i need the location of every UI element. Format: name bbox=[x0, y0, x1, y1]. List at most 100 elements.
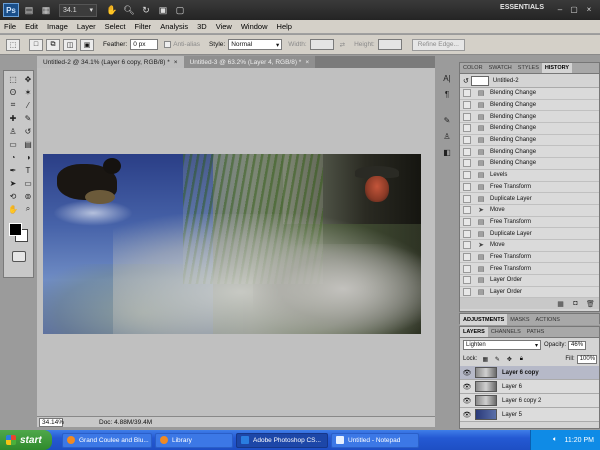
3d-rotate-icon[interactable]: ⟲ bbox=[6, 190, 20, 202]
shape-icon[interactable]: ▭ bbox=[21, 177, 35, 189]
tab-paths[interactable]: PATHS bbox=[524, 327, 548, 337]
history-item[interactable]: ▤ Duplicate Layer bbox=[460, 228, 599, 240]
tab-styles[interactable]: STYLES bbox=[515, 63, 542, 73]
composite-image[interactable] bbox=[43, 154, 421, 334]
volume-icon[interactable]: 🔈︎ bbox=[551, 436, 560, 445]
move-icon[interactable]: ✥ bbox=[21, 73, 35, 85]
history-item[interactable]: ▤ Blending Change bbox=[460, 123, 599, 135]
paragraph-icon[interactable]: ¶ bbox=[440, 88, 454, 100]
subtract-selection-icon[interactable]: ◫ bbox=[63, 38, 77, 51]
hand-tool-icon[interactable]: ✋ bbox=[6, 203, 20, 215]
history-item[interactable]: ▤ Free Transform bbox=[460, 263, 599, 275]
history-source-checkbox[interactable] bbox=[463, 229, 471, 238]
lasso-icon[interactable]: ʘ bbox=[6, 86, 20, 98]
history-source-checkbox[interactable] bbox=[463, 217, 471, 226]
pen-icon[interactable]: ✒ bbox=[6, 164, 20, 176]
visibility-eye-icon[interactable]: 👁︎ bbox=[462, 382, 472, 392]
menu-select[interactable]: Select bbox=[105, 22, 126, 31]
maximize-icon[interactable]: ▢ bbox=[568, 4, 580, 15]
history-source-checkbox[interactable] bbox=[463, 101, 471, 110]
magic-wand-icon[interactable]: ✶ bbox=[21, 86, 35, 98]
menu-help[interactable]: Help bbox=[277, 22, 292, 31]
tab-channels[interactable]: CHANNELS bbox=[488, 327, 524, 337]
layer-row[interactable]: 👁︎ Layer 6 copy 2 bbox=[460, 394, 599, 408]
tab-swatches[interactable]: SWATCH bbox=[486, 63, 515, 73]
history-snapshot[interactable]: ↺ Untitled-2 bbox=[460, 74, 599, 88]
history-item[interactable]: ▤ Layer Order bbox=[460, 275, 599, 287]
style-select[interactable]: Normal ▾ bbox=[228, 39, 283, 50]
path-select-icon[interactable]: ➤ bbox=[6, 177, 20, 189]
history-source-checkbox[interactable] bbox=[463, 159, 471, 168]
history-item[interactable]: ▤ Blending Change bbox=[460, 111, 599, 124]
menu-file[interactable]: File bbox=[4, 22, 16, 31]
screen-mode-icon[interactable]: ▢ bbox=[173, 4, 187, 17]
lock-pixels-icon[interactable]: ✎ bbox=[493, 355, 501, 363]
marquee-preset-icon[interactable]: ⬚ bbox=[6, 38, 20, 51]
close-icon[interactable]: × bbox=[583, 4, 595, 15]
dodge-icon[interactable]: ◑ bbox=[21, 151, 35, 163]
mini-bridge-icon[interactable]: ▦ bbox=[39, 4, 53, 17]
blend-mode-select[interactable]: Lighten ▾ bbox=[463, 340, 541, 350]
layer-row[interactable]: 👁︎ Layer 6 bbox=[460, 380, 599, 394]
zoom-level-dropdown[interactable]: 34.1 ▾ bbox=[59, 3, 97, 17]
tab-masks[interactable]: MASKS bbox=[507, 314, 532, 325]
clone-source-icon[interactable]: ♙ bbox=[440, 130, 454, 142]
history-item[interactable]: ➤ Move bbox=[460, 204, 599, 217]
layer-comps-icon[interactable]: ◧ bbox=[440, 146, 454, 158]
history-brush-source-icon[interactable]: ↺ bbox=[463, 77, 469, 85]
menu-layer[interactable]: Layer bbox=[77, 22, 96, 31]
history-item[interactable]: ▤ Layer Order bbox=[460, 286, 599, 299]
taskbar-item-firefox[interactable]: Grand Coulee and Blu... bbox=[62, 432, 152, 448]
brush-icon[interactable]: ✎ bbox=[21, 112, 35, 124]
history-source-checkbox[interactable] bbox=[463, 206, 471, 215]
history-item[interactable]: ▤ Blending Change bbox=[460, 99, 599, 112]
3d-orbit-icon[interactable]: ⊚ bbox=[21, 190, 35, 202]
history-source-checkbox[interactable] bbox=[463, 241, 471, 250]
menu-analysis[interactable]: Analysis bbox=[160, 22, 188, 31]
history-source-checkbox[interactable] bbox=[463, 124, 471, 133]
history-brush-icon[interactable]: ↺ bbox=[21, 125, 35, 137]
history-source-checkbox[interactable] bbox=[463, 264, 471, 273]
rotate-icon[interactable]: ↻ bbox=[139, 4, 153, 17]
clone-stamp-icon[interactable]: ♙ bbox=[6, 125, 20, 137]
tab-history[interactable]: HISTORY bbox=[541, 63, 573, 73]
swap-icon[interactable]: ⇄ bbox=[340, 41, 345, 49]
visibility-eye-icon[interactable]: 👁︎ bbox=[462, 410, 472, 420]
history-source-checkbox[interactable] bbox=[463, 276, 471, 285]
eraser-icon[interactable]: ▭ bbox=[6, 138, 20, 150]
arrange-icon[interactable]: ▣ bbox=[156, 4, 170, 17]
antialias-checkbox[interactable] bbox=[164, 41, 172, 48]
add-selection-icon[interactable]: ⧉ bbox=[46, 38, 60, 51]
tab-layers[interactable]: LAYERS bbox=[460, 327, 488, 337]
foreground-color-swatch[interactable] bbox=[9, 223, 22, 236]
clock[interactable]: 11:20 PM bbox=[565, 437, 594, 444]
rect-marquee-icon[interactable]: ⬚ bbox=[6, 73, 20, 85]
intersect-selection-icon[interactable]: ▣ bbox=[80, 38, 94, 51]
tab-untitled-2[interactable]: Untitled-2 @ 34.1% (Layer 6 copy, RGB/8)… bbox=[37, 56, 184, 68]
history-source-checkbox[interactable] bbox=[463, 147, 471, 156]
history-item[interactable]: ➤ Move bbox=[460, 239, 599, 252]
new-selection-icon[interactable]: □ bbox=[29, 38, 43, 51]
new-document-icon[interactable]: ▦ bbox=[556, 300, 565, 308]
fill-input[interactable]: 100% bbox=[576, 354, 597, 364]
history-item[interactable]: ▤ Duplicate Layer bbox=[460, 193, 599, 205]
history-source-checkbox[interactable] bbox=[463, 182, 471, 191]
history-source-checkbox[interactable] bbox=[463, 288, 471, 297]
zoom-status-field[interactable]: 34.14% bbox=[39, 417, 64, 427]
lock-all-icon[interactable]: 🔒︎ bbox=[517, 355, 525, 363]
taskbar-item-library[interactable]: Library bbox=[155, 432, 233, 448]
lock-position-icon[interactable]: ✥ bbox=[505, 355, 513, 363]
width-input[interactable] bbox=[309, 39, 334, 50]
tab-untitled-3[interactable]: Untitled-3 @ 63.2% (Layer 4, RGB/8) * × bbox=[183, 56, 316, 68]
history-item[interactable]: ▤ Blending Change bbox=[460, 134, 599, 147]
refine-edge-button[interactable]: Refine Edge... bbox=[411, 38, 465, 51]
spot-heal-icon[interactable]: ✚ bbox=[6, 112, 20, 124]
history-source-checkbox[interactable] bbox=[463, 89, 471, 98]
tab-color[interactable]: COLOR bbox=[460, 63, 486, 73]
tab-adjustments[interactable]: ADJUSTMENTS bbox=[460, 314, 508, 325]
menu-edit[interactable]: Edit bbox=[25, 22, 38, 31]
history-item[interactable]: ▤ Blending Change bbox=[460, 88, 599, 100]
history-item[interactable]: ▤ Free Transform bbox=[460, 251, 599, 264]
minimize-icon[interactable]: – bbox=[554, 4, 566, 15]
zoom-icon[interactable]: 🔍︎ bbox=[122, 4, 136, 17]
